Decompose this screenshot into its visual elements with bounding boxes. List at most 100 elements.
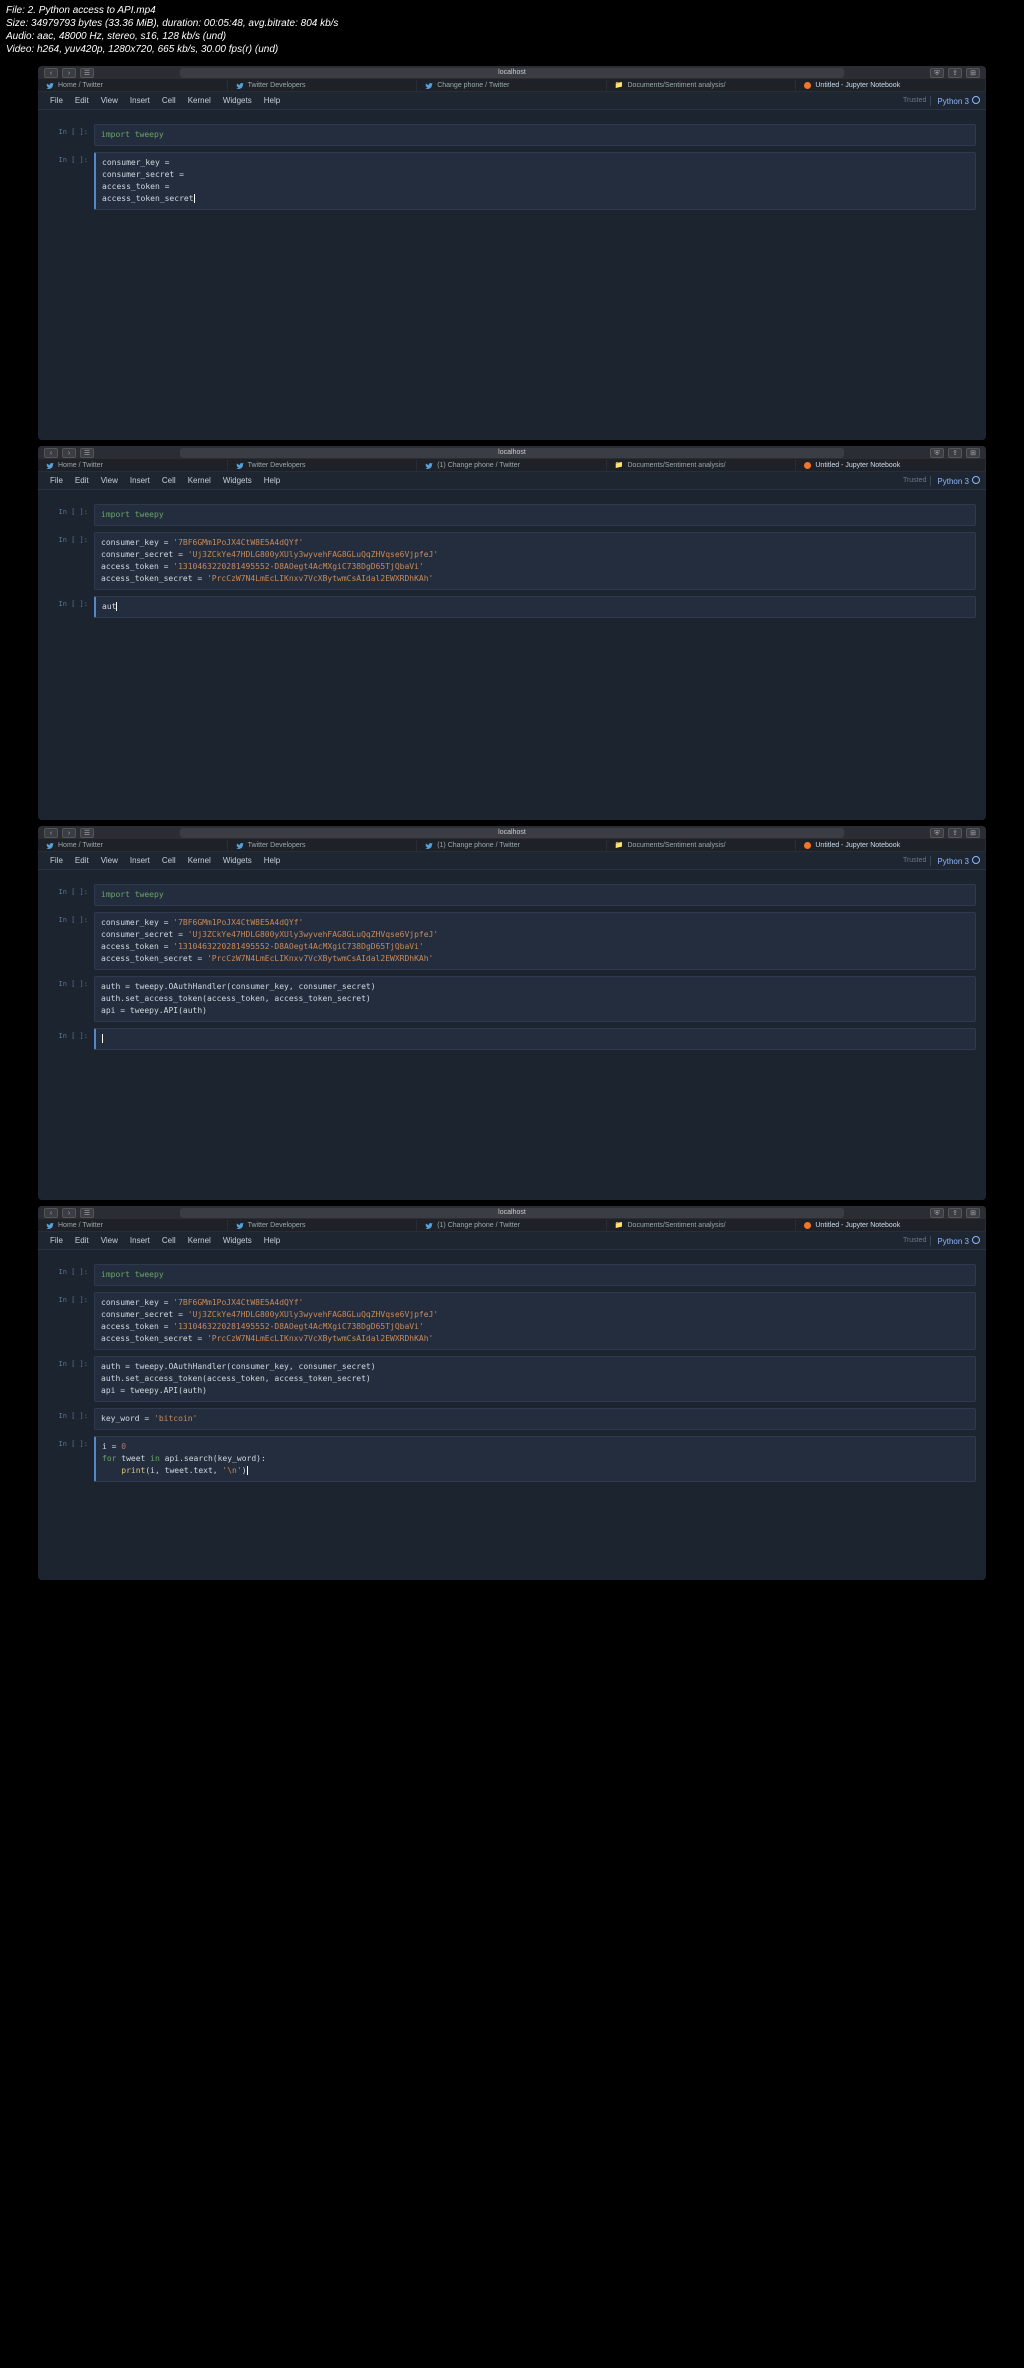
menu-widgets[interactable]: Widgets [217,476,258,485]
shield-button[interactable]: ⛨ [930,1208,944,1218]
sidebar-button[interactable]: ☰ [80,448,94,458]
browser-tab[interactable]: Untitled - Jupyter Notebook [796,460,986,471]
browser-tab[interactable]: Twitter Developers [228,840,418,851]
menu-widgets[interactable]: Widgets [217,96,258,105]
sidebar-button[interactable]: ☰ [80,68,94,78]
code-cell[interactable]: In [ ]:key_word = 'bitcoin' [48,1408,976,1430]
menu-kernel[interactable]: Kernel [182,1236,217,1245]
menu-cell[interactable]: Cell [156,96,182,105]
sidebar-button[interactable]: ☰ [80,828,94,838]
cell-input[interactable]: import tweepy [94,884,976,906]
menu-kernel[interactable]: Kernel [182,856,217,865]
menu-edit[interactable]: Edit [69,476,95,485]
menu-kernel[interactable]: Kernel [182,96,217,105]
kernel-name[interactable]: Python 3 [930,96,980,106]
sidebar-button[interactable]: ☰ [80,1208,94,1218]
kernel-name[interactable]: Python 3 [930,1236,980,1246]
menu-file[interactable]: File [44,856,69,865]
notebook-body[interactable]: In [ ]:import tweepy In [ ]:consumer_key … [38,1250,986,1580]
menu-view[interactable]: View [95,1236,124,1245]
tabs-button[interactable]: ⊞ [966,1208,980,1218]
browser-tab[interactable]: Home / Twitter [38,1220,228,1231]
browser-tab[interactable]: (1) Change phone / Twitter [417,460,607,471]
shield-button[interactable]: ⛨ [930,448,944,458]
notebook-body[interactable]: In [ ]:import tweepyIn [ ]:consumer_key … [38,490,986,820]
code-cell[interactable]: In [ ]:auth = tweepy.OAuthHandler(consum… [48,976,976,1022]
browser-tab[interactable]: (1) Change phone / Twitter [417,840,607,851]
menu-file[interactable]: File [44,476,69,485]
browser-tab[interactable]: 📁Documents/Sentiment analysis/ [607,1220,797,1231]
browser-tab[interactable]: Twitter Developers [228,80,418,91]
cell-input[interactable]: consumer_key = '7BF6GMm1PoJX4CtW8E5A4dQY… [94,1292,976,1350]
code-cell[interactable]: In [ ]:import tweepy [48,124,976,146]
browser-tab[interactable]: Home / Twitter [38,460,228,471]
url-bar[interactable]: localhost [180,448,844,458]
menu-view[interactable]: View [95,96,124,105]
share-button[interactable]: ⇪ [948,1208,962,1218]
shield-button[interactable]: ⛨ [930,68,944,78]
browser-tab[interactable]: Twitter Developers [228,1220,418,1231]
menu-cell[interactable]: Cell [156,1236,182,1245]
menu-help[interactable]: Help [258,476,286,485]
code-cell[interactable]: In [ ]:consumer_key = '7BF6GMm1PoJX4CtW8… [48,912,976,970]
back-button[interactable]: ‹ [44,68,58,78]
browser-tab[interactable]: Twitter Developers [228,460,418,471]
browser-tab[interactable]: (1) Change phone / Twitter [417,1220,607,1231]
notebook-body[interactable]: In [ ]:import tweepy In [ ]:consumer_key … [38,110,986,440]
menu-kernel[interactable]: Kernel [182,476,217,485]
menu-insert[interactable]: Insert [124,96,156,105]
back-button[interactable]: ‹ [44,448,58,458]
cell-input[interactable]: consumer_key = consumer_secret = access_… [94,152,976,210]
cell-input[interactable]: import tweepy [94,1264,976,1286]
tabs-button[interactable]: ⊞ [966,448,980,458]
menu-widgets[interactable]: Widgets [217,856,258,865]
forward-button[interactable]: › [62,448,76,458]
cell-input[interactable]: consumer_key = '7BF6GMm1PoJX4CtW8E5A4dQY… [94,912,976,970]
notebook-body[interactable]: In [ ]:import tweepyIn [ ]:consumer_key … [38,870,986,1200]
browser-tab[interactable]: Untitled - Jupyter Notebook [796,80,986,91]
browser-tab[interactable]: Change phone / Twitter [417,80,607,91]
menu-help[interactable]: Help [258,96,286,105]
kernel-name[interactable]: Python 3 [930,856,980,866]
back-button[interactable]: ‹ [44,1208,58,1218]
menu-view[interactable]: View [95,856,124,865]
menu-edit[interactable]: Edit [69,96,95,105]
browser-tab[interactable]: 📁Documents/Sentiment analysis/ [607,460,797,471]
code-cell[interactable]: In [ ]:consumer_key = consumer_secret = … [48,152,976,210]
code-cell[interactable]: In [ ]:import tweepy [48,884,976,906]
menu-file[interactable]: File [44,1236,69,1245]
menu-cell[interactable]: Cell [156,476,182,485]
forward-button[interactable]: › [62,828,76,838]
menu-cell[interactable]: Cell [156,856,182,865]
code-cell[interactable]: In [ ]: [48,1028,976,1050]
cell-input[interactable]: import tweepy [94,124,976,146]
cell-input[interactable]: key_word = 'bitcoin' [94,1408,976,1430]
menu-insert[interactable]: Insert [124,856,156,865]
menu-widgets[interactable]: Widgets [217,1236,258,1245]
share-button[interactable]: ⇪ [948,68,962,78]
menu-insert[interactable]: Insert [124,1236,156,1245]
cell-input[interactable]: import tweepy [94,504,976,526]
menu-view[interactable]: View [95,476,124,485]
back-button[interactable]: ‹ [44,828,58,838]
browser-tab[interactable]: Untitled - Jupyter Notebook [796,1220,986,1231]
browser-tab[interactable]: Home / Twitter [38,840,228,851]
browser-tab[interactable]: 📁Documents/Sentiment analysis/ [607,840,797,851]
forward-button[interactable]: › [62,1208,76,1218]
menu-file[interactable]: File [44,96,69,105]
cell-input[interactable]: aut [94,596,976,618]
code-cell[interactable]: In [ ]:import tweepy [48,1264,976,1286]
menu-help[interactable]: Help [258,856,286,865]
shield-button[interactable]: ⛨ [930,828,944,838]
share-button[interactable]: ⇪ [948,448,962,458]
browser-tab[interactable]: Untitled - Jupyter Notebook [796,840,986,851]
menu-edit[interactable]: Edit [69,1236,95,1245]
tabs-button[interactable]: ⊞ [966,68,980,78]
menu-edit[interactable]: Edit [69,856,95,865]
menu-insert[interactable]: Insert [124,476,156,485]
url-bar[interactable]: localhost [180,1208,844,1218]
code-cell[interactable]: In [ ]:consumer_key = '7BF6GMm1PoJX4CtW8… [48,1292,976,1350]
kernel-name[interactable]: Python 3 [930,476,980,486]
browser-tab[interactable]: 📁Documents/Sentiment analysis/ [607,80,797,91]
cell-input[interactable] [94,1028,976,1050]
